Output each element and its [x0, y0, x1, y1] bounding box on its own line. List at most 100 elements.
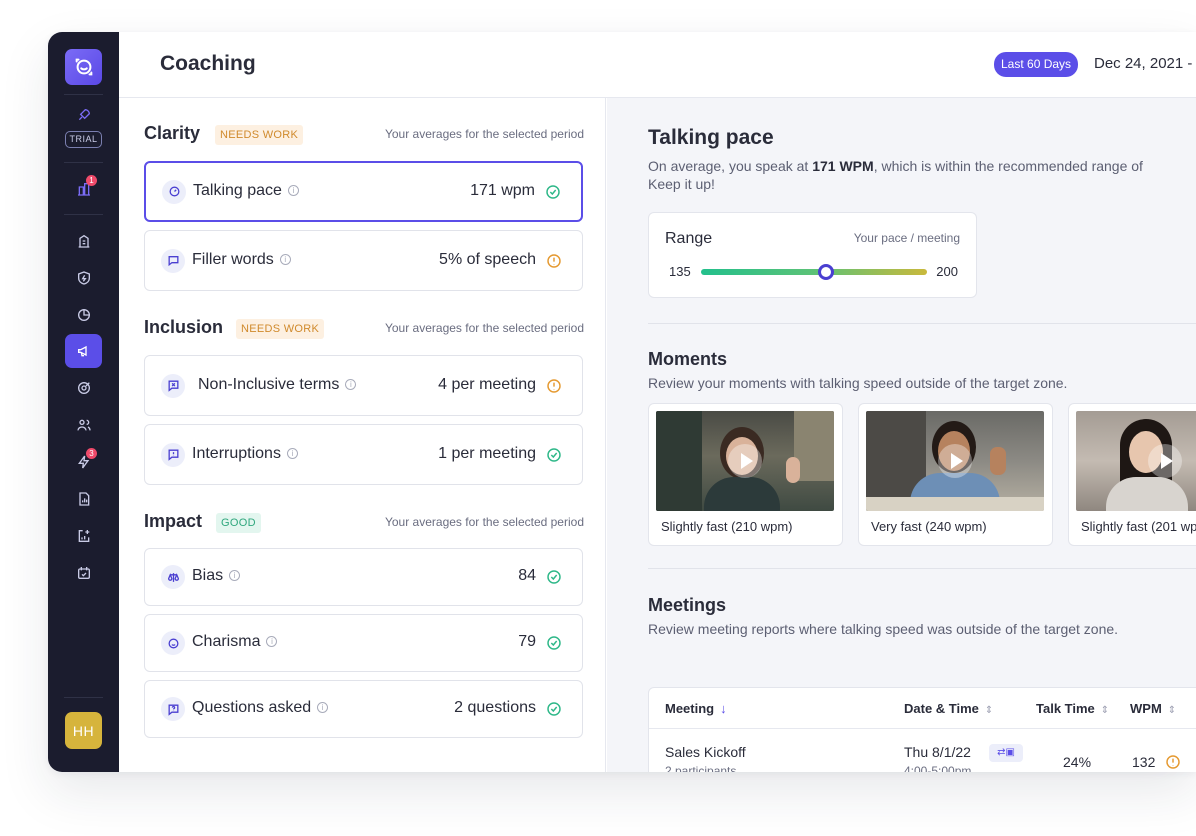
metric-non-inclusive-terms[interactable]: Non-Inclusive terms i 4 per meeting	[144, 355, 583, 416]
metric-label: Charisma i	[192, 633, 278, 651]
section-note: Your averages for the selected period	[384, 127, 584, 141]
metric-bias[interactable]: Bias i 84	[144, 548, 583, 606]
meetings-table: Meeting ↓ Date & Time ⇕ Talk Time ⇕ WPM ⇕ Sa…	[648, 687, 1196, 772]
metric-talking-pace[interactable]: Talking pace i 171 wpm	[144, 161, 583, 222]
play-icon[interactable]	[1148, 444, 1182, 478]
meetings-description: Review meeting reports where talking spe…	[648, 621, 1119, 637]
column-header-date-time[interactable]: Date & Time ⇕	[904, 701, 993, 716]
range-min: 135	[669, 264, 691, 279]
info-icon[interactable]: i	[286, 447, 298, 459]
message-x-icon	[161, 373, 185, 398]
metric-label: Non-Inclusive terms i	[198, 376, 357, 394]
sidebar-item-coaching[interactable]	[65, 334, 102, 368]
users-icon	[76, 419, 91, 431]
sidebar-divider	[64, 162, 103, 163]
sidebar-item-analytics[interactable]	[65, 298, 102, 332]
video-thumbnail[interactable]	[656, 411, 834, 511]
sort-icon: ⇕	[984, 705, 994, 716]
column-header-wpm[interactable]: WPM ⇕	[1130, 701, 1176, 716]
sidebar-item-reports[interactable]	[65, 482, 102, 516]
sidebar-item-goals[interactable]	[65, 371, 102, 405]
section-header-clarity: Clarity NEEDS WORK Your averages for the…	[144, 123, 584, 147]
status-badge: NEEDS WORK	[215, 125, 304, 145]
avatar[interactable]: HH	[65, 712, 102, 749]
metric-value: 4 per meeting	[438, 375, 536, 393]
info-icon[interactable]: i	[287, 184, 299, 196]
detail-title: Talking pace	[648, 126, 774, 149]
check-circle-icon	[547, 636, 561, 650]
metric-filler-words[interactable]: Filler words i 5% of speech	[144, 230, 583, 291]
meeting-date: Thu 8/1/22	[904, 744, 971, 760]
metric-value: 2 questions	[454, 699, 536, 716]
moment-card[interactable]: Slightly fast (210 wpm)	[648, 403, 843, 546]
info-icon[interactable]: i	[279, 253, 291, 265]
sidebar-item-companies[interactable]: 1	[65, 172, 102, 206]
metric-value: 171 wpm	[470, 181, 535, 199]
divider	[648, 568, 1196, 569]
metric-charisma[interactable]: Charisma i 79	[144, 614, 583, 672]
section-title: Clarity	[144, 123, 201, 143]
sort-icon: ⇕	[1100, 705, 1110, 716]
warning-circle-icon	[547, 378, 561, 393]
date-range-text[interactable]: Dec 24, 2021 -	[1094, 55, 1192, 72]
range-card: Range Your pace / meeting 135 200	[648, 212, 977, 298]
meeting-name[interactable]: Sales Kickoff	[665, 744, 746, 760]
divider	[648, 323, 1196, 324]
column-header-meeting[interactable]: Meeting ↓	[665, 701, 727, 716]
moment-caption: Very fast (240 wpm)	[871, 519, 987, 534]
date-range-pill[interactable]: Last 60 Days	[994, 52, 1079, 77]
info-icon[interactable]: i	[317, 702, 329, 713]
range-slider-thumb[interactable]	[818, 264, 835, 280]
check-circle-icon	[547, 570, 561, 584]
logo-icon[interactable]	[65, 49, 102, 85]
sidebar: TRIAL 1 3 HH	[48, 32, 119, 772]
add-chart-icon	[78, 530, 89, 542]
sidebar-item-calendar[interactable]	[65, 556, 102, 590]
check-circle-icon	[546, 184, 560, 199]
message-question-icon	[161, 697, 185, 721]
check-circle-icon	[547, 702, 561, 716]
play-icon[interactable]	[938, 444, 972, 478]
moment-card[interactable]: Very fast (240 wpm)	[858, 403, 1053, 546]
moment-caption: Slightly fast (201 wpm)	[1081, 519, 1196, 534]
metric-label: Questions asked i	[192, 699, 329, 717]
metric-label: Filler words i	[192, 251, 291, 269]
table-divider	[649, 728, 1196, 729]
sidebar-item-security[interactable]	[65, 261, 102, 295]
column-header-talk-time[interactable]: Talk Time ⇕	[1036, 701, 1109, 716]
moment-card[interactable]: Slightly fast (201 wpm)	[1068, 403, 1196, 546]
moments-description: Review your moments with talking speed o…	[648, 375, 1068, 391]
metric-interruptions[interactable]: Interruptions i 1 per meeting	[144, 424, 583, 485]
calendar-check-icon	[77, 567, 90, 579]
sidebar-divider	[64, 697, 103, 698]
metric-value: 1 per meeting	[438, 444, 536, 462]
sidebar-item-building[interactable]	[65, 224, 102, 258]
page-header: Coaching Last 60 Days Dec 24, 2021 -	[119, 32, 1196, 98]
app-window: TRIAL 1 3 HH Coaching Last 60 Days Dec 2…	[48, 32, 1196, 772]
video-thumbnail[interactable]	[866, 411, 1044, 511]
section-note: Your averages for the selected period	[384, 515, 584, 529]
metric-questions-asked[interactable]: Questions asked i 2 questions	[144, 680, 583, 738]
video-thumbnail[interactable]	[1076, 411, 1196, 511]
rocket-icon[interactable]	[65, 104, 102, 126]
meeting-participants: 2 participants	[665, 764, 737, 772]
target-icon	[77, 382, 90, 394]
sidebar-divider	[64, 214, 103, 215]
sidebar-divider	[64, 94, 103, 95]
metric-value: 84	[518, 567, 536, 584]
smile-icon	[161, 631, 185, 655]
info-icon[interactable]: i	[229, 570, 241, 581]
sidebar-item-add-report[interactable]	[65, 519, 102, 553]
message-dots-icon	[161, 248, 185, 273]
trial-badge[interactable]: TRIAL	[65, 131, 102, 148]
info-icon[interactable]: i	[345, 378, 357, 390]
sidebar-item-activity[interactable]: 3	[65, 445, 102, 479]
section-header-inclusion: Inclusion NEEDS WORK Your averages for t…	[144, 317, 584, 341]
play-icon[interactable]	[728, 444, 762, 478]
section-note: Your averages for the selected period	[384, 321, 584, 335]
info-icon[interactable]: i	[266, 636, 278, 647]
message-alert-icon	[161, 442, 185, 467]
status-badge: NEEDS WORK	[236, 319, 325, 339]
sidebar-item-team[interactable]	[65, 408, 102, 442]
notification-badge: 1	[86, 175, 97, 186]
